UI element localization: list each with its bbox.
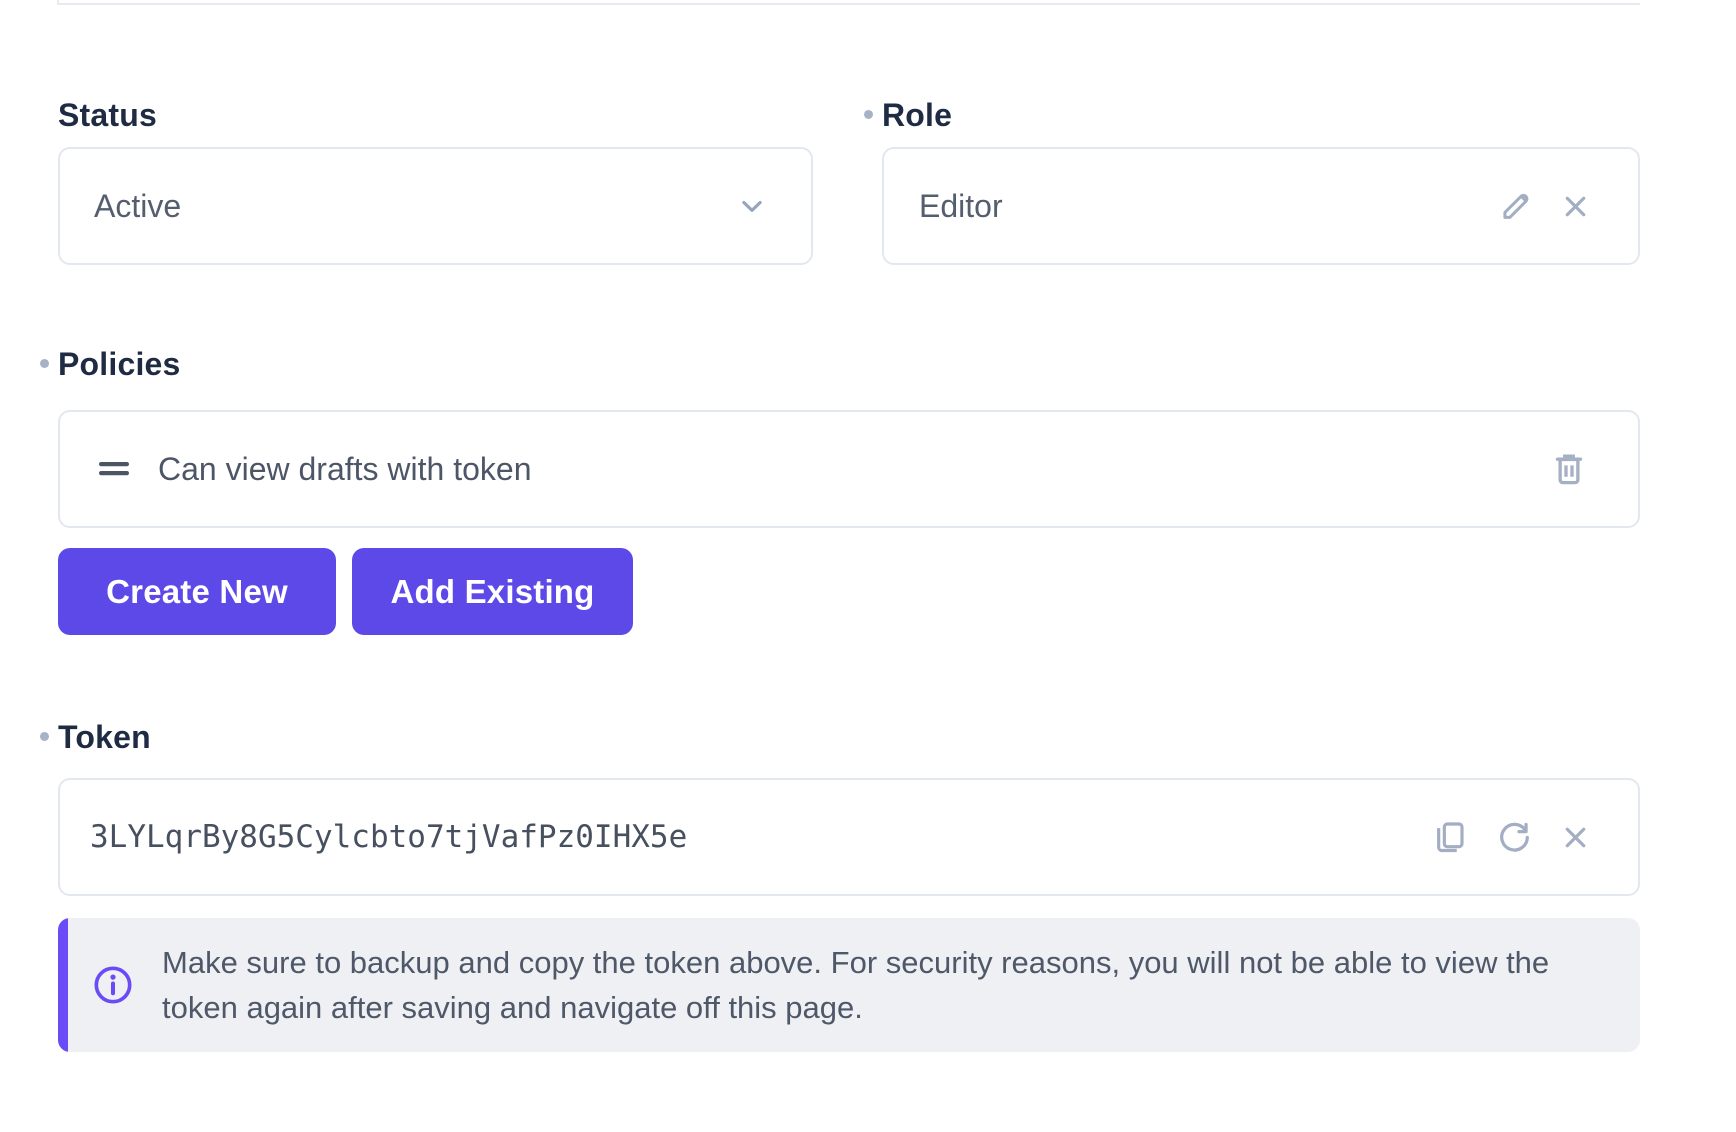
- status-value: Active: [94, 188, 181, 225]
- section-divider: [57, 3, 1640, 5]
- add-existing-label: Add Existing: [390, 573, 594, 611]
- policies-label: Policies: [58, 345, 181, 383]
- policy-list-item[interactable]: Can view drafts with token: [58, 410, 1640, 528]
- role-field[interactable]: Editor: [882, 147, 1640, 265]
- required-dot: [40, 732, 49, 741]
- policy-name: Can view drafts with token: [158, 451, 532, 488]
- token-value: 3LYLqrBy8G5Cylcbto7tjVafPz0IHX5e: [90, 819, 687, 855]
- token-field[interactable]: 3LYLqrBy8G5Cylcbto7tjVafPz0IHX5e: [58, 778, 1640, 896]
- notice-accent-bar: [58, 918, 68, 1052]
- token-label-text: Token: [58, 719, 151, 755]
- status-label-text: Status: [58, 97, 157, 133]
- token-label: Token: [58, 718, 151, 756]
- create-new-label: Create New: [106, 573, 288, 611]
- info-icon: [90, 962, 136, 1008]
- policies-label-text: Policies: [58, 346, 181, 382]
- status-label: Status: [58, 96, 157, 134]
- add-existing-button[interactable]: Add Existing: [352, 548, 633, 635]
- drag-handle-icon[interactable]: [98, 459, 130, 479]
- create-new-button[interactable]: Create New: [58, 548, 336, 635]
- section-divider-end: [57, 0, 59, 5]
- copy-icon[interactable]: [1430, 817, 1470, 857]
- close-icon[interactable]: [1559, 821, 1592, 854]
- role-label: Role: [882, 96, 952, 134]
- close-icon[interactable]: [1559, 190, 1592, 223]
- required-dot: [40, 359, 49, 368]
- pencil-icon[interactable]: [1497, 187, 1535, 225]
- trash-icon[interactable]: [1550, 449, 1588, 489]
- token-notice-banner: Make sure to backup and copy the token a…: [58, 918, 1640, 1052]
- token-form-page: Status Active Role Editor: [0, 0, 1736, 1132]
- status-select[interactable]: Active: [58, 147, 813, 265]
- role-label-text: Role: [882, 97, 952, 133]
- chevron-down-icon: [737, 191, 767, 221]
- role-value: Editor: [919, 188, 1003, 225]
- required-dot: [864, 110, 873, 119]
- refresh-icon[interactable]: [1496, 819, 1533, 856]
- notice-text: Make sure to backup and copy the token a…: [162, 940, 1572, 1030]
